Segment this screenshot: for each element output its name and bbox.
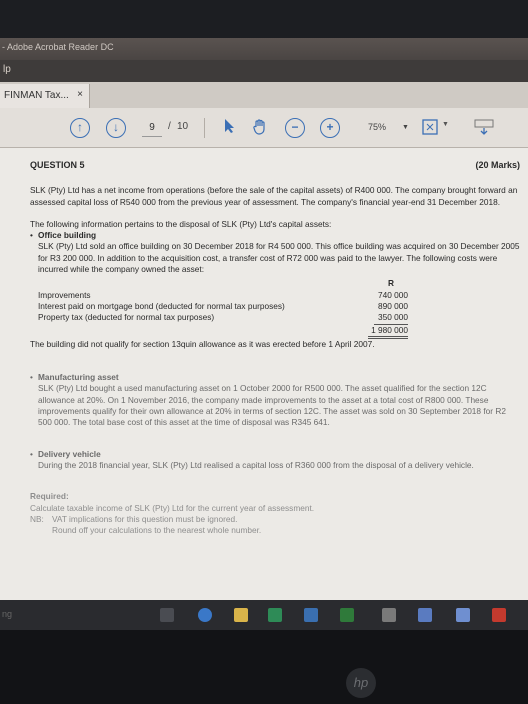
taskbar-label: ng — [2, 609, 13, 619]
settings-icon[interactable] — [456, 608, 470, 622]
page-separator: / — [168, 121, 171, 132]
zoom-level-select[interactable]: 75% ▼ — [356, 119, 412, 137]
manufacturing-title: Manufacturing asset — [38, 372, 119, 383]
question-marks: (20 Marks) — [475, 160, 520, 170]
cost-label: Interest paid on mortgage bond (deducted… — [38, 300, 285, 311]
task-view-icon[interactable] — [160, 608, 174, 622]
chevron-down-icon: ▼ — [402, 124, 409, 131]
chevron-down-icon[interactable]: ▼ — [442, 121, 449, 128]
document-content: QUESTION 5 (20 Marks) SLK (Pty) Ltd has … — [30, 160, 520, 536]
window-title: - Adobe Acrobat Reader DC — [2, 42, 114, 52]
tab-bar: FINMAN Tax... × — [0, 82, 528, 108]
cost-label: Improvements — [38, 289, 91, 300]
cost-label: Property tax (deducted for normal tax pu… — [38, 312, 215, 323]
cost-value: 890 000 — [378, 300, 408, 311]
keyboard-icon[interactable] — [474, 118, 494, 138]
close-icon[interactable]: × — [77, 89, 83, 100]
required-line-2: VAT implications for this question must … — [52, 513, 238, 524]
table-row: Property tax (deducted for normal tax pu… — [38, 312, 408, 325]
menu-label[interactable]: lp — [3, 64, 11, 75]
office-building-section: • Office building SLK (Pty) Ltd sold an … — [30, 230, 520, 339]
cost-table: R Improvements 740 000 Interest paid on … — [38, 278, 520, 339]
mail-icon[interactable] — [304, 608, 318, 622]
menu-bar: lp — [0, 60, 528, 82]
hp-logo-icon: hp — [346, 668, 376, 698]
file-explorer-icon[interactable] — [234, 608, 248, 622]
document-page: QUESTION 5 (20 Marks) SLK (Pty) Ltd has … — [0, 148, 528, 600]
toolbar-divider — [204, 118, 205, 138]
delivery-text: During the 2018 financial year, SLK (Pty… — [38, 459, 474, 470]
question-header: QUESTION 5 (20 Marks) — [30, 160, 520, 171]
bullet-icon: • — [30, 230, 33, 241]
required-title: Required: — [30, 491, 69, 502]
previous-page-icon[interactable]: ↑ — [70, 118, 90, 138]
manufacturing-text: SLK (Pty) Ltd bought a used manufacturin… — [38, 383, 506, 428]
office-building-title: Office building — [38, 230, 97, 241]
office-building-text: SLK (Pty) Ltd sold an office building on… — [38, 241, 520, 275]
store-icon[interactable] — [268, 608, 282, 622]
document-tab[interactable]: FINMAN Tax... × — [0, 84, 90, 108]
monitor-bezel — [0, 630, 528, 704]
edge-browser-icon[interactable] — [198, 608, 212, 622]
zoom-in-icon[interactable]: + — [320, 118, 340, 138]
zoom-value: 75% — [368, 122, 387, 132]
cost-total: 1 980 000 — [368, 325, 408, 339]
table-row: Interest paid on mortgage bond (deducted… — [38, 301, 408, 312]
manufacturing-section: • Manufacturing asset SLK (Pty) Ltd boug… — [30, 372, 520, 428]
delivery-title: Delivery vehicle — [38, 448, 101, 459]
nb-label: NB: — [30, 513, 44, 524]
total-row: 1 980 000 — [38, 325, 408, 339]
page-total: 10 — [177, 121, 189, 132]
toolbar: ↑ ↓ 9 / 10 − + 75% ▼ ▼ — [0, 108, 528, 148]
excel-icon[interactable] — [340, 608, 354, 622]
zoom-out-icon[interactable]: − — [285, 118, 305, 138]
cost-value: 740 000 — [378, 289, 408, 300]
cost-value: 350 000 — [374, 312, 408, 325]
photos-icon[interactable] — [418, 608, 432, 622]
app-icon[interactable] — [382, 608, 396, 622]
acrobat-icon[interactable] — [492, 608, 506, 622]
taskbar: ng — [0, 600, 528, 630]
page-number-input[interactable]: 9 — [142, 119, 162, 137]
window-title-bar: - Adobe Acrobat Reader DC — [0, 38, 528, 60]
currency-header: R — [388, 278, 394, 289]
required-line-1: Calculate taxable income of SLK (Pty) Lt… — [30, 502, 315, 513]
required-line-3: Round off your calculations to the neare… — [52, 525, 262, 536]
fit-page-icon[interactable] — [420, 118, 440, 138]
required-section: Required: Calculate taxable income of SL… — [30, 491, 520, 536]
delivery-section: • Delivery vehicle During the 2018 finan… — [30, 449, 520, 472]
bullet-icon: • — [30, 448, 33, 459]
tab-label: FINMAN Tax... — [4, 90, 69, 101]
hand-tool-icon[interactable] — [250, 118, 270, 138]
table-row: Improvements 740 000 — [38, 290, 408, 301]
select-cursor-icon[interactable] — [220, 118, 240, 138]
bullet-icon: • — [30, 372, 33, 383]
question-title: QUESTION 5 — [30, 160, 85, 170]
office-note: The building did not qualify for section… — [30, 338, 375, 349]
intro-paragraph: SLK (Pty) Ltd has a net income from oper… — [30, 185, 518, 207]
next-page-icon[interactable]: ↓ — [106, 118, 126, 138]
info-paragraph: The following information pertains to th… — [30, 218, 332, 229]
